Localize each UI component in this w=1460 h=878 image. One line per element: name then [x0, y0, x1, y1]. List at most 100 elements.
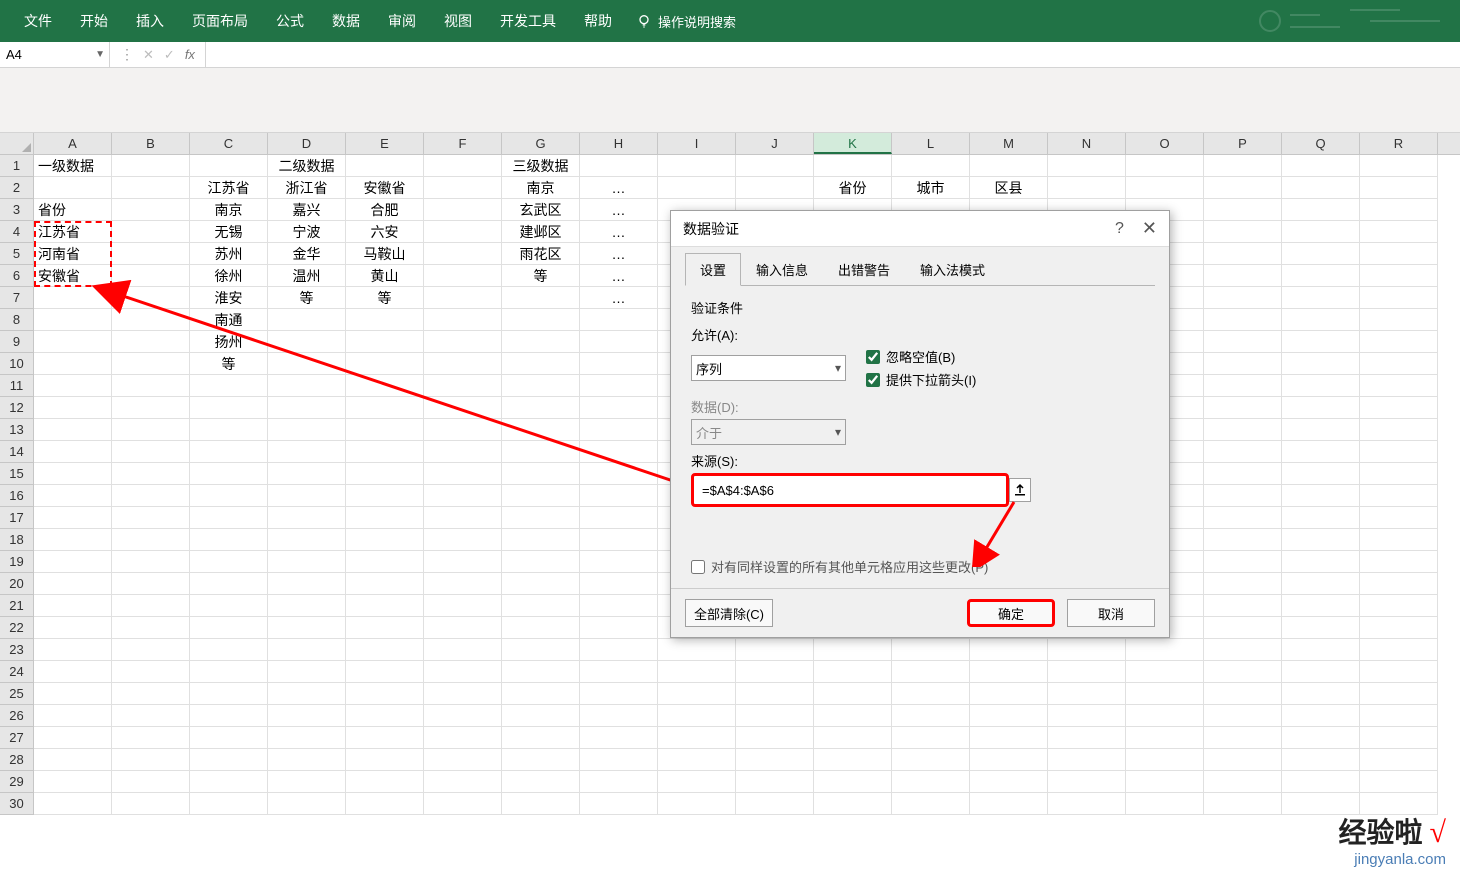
cell-F5[interactable] [424, 243, 502, 265]
cell-C9[interactable]: 扬州 [190, 331, 268, 353]
cell-C16[interactable] [190, 485, 268, 507]
cell-C10[interactable]: 等 [190, 353, 268, 375]
cell-A24[interactable] [34, 661, 112, 683]
cell-Q17[interactable] [1282, 507, 1360, 529]
cell-L29[interactable] [892, 771, 970, 793]
cell-E27[interactable] [346, 727, 424, 749]
cell-C11[interactable] [190, 375, 268, 397]
cell-D10[interactable] [268, 353, 346, 375]
menu-data[interactable]: 数据 [318, 3, 374, 39]
cell-J26[interactable] [736, 705, 814, 727]
col-header-A[interactable]: A [34, 133, 112, 154]
row-header[interactable]: 18 [0, 529, 34, 551]
cell-B11[interactable] [112, 375, 190, 397]
cell-E1[interactable] [346, 155, 424, 177]
cell-P11[interactable] [1204, 375, 1282, 397]
tell-me[interactable]: 操作说明搜索 [636, 12, 736, 31]
cell-E30[interactable] [346, 793, 424, 815]
cell-P2[interactable] [1204, 177, 1282, 199]
cell-F28[interactable] [424, 749, 502, 771]
cell-B2[interactable] [112, 177, 190, 199]
cell-H15[interactable] [580, 463, 658, 485]
cell-P5[interactable] [1204, 243, 1282, 265]
cell-D13[interactable] [268, 419, 346, 441]
cell-D1[interactable]: 二级数据 [268, 155, 346, 177]
col-header-G[interactable]: G [502, 133, 580, 154]
name-box-dropdown-icon[interactable]: ▼ [95, 49, 105, 60]
cell-I1[interactable] [658, 155, 736, 177]
cell-O2[interactable] [1126, 177, 1204, 199]
cell-D15[interactable] [268, 463, 346, 485]
cell-C15[interactable] [190, 463, 268, 485]
cell-R27[interactable] [1360, 727, 1438, 749]
dialog-titlebar[interactable]: 数据验证 ? ✕ [671, 211, 1169, 247]
cell-E15[interactable] [346, 463, 424, 485]
cell-P22[interactable] [1204, 617, 1282, 639]
cell-R14[interactable] [1360, 441, 1438, 463]
cell-G4[interactable]: 建邺区 [502, 221, 580, 243]
cell-Q8[interactable] [1282, 309, 1360, 331]
cell-F6[interactable] [424, 265, 502, 287]
cell-F29[interactable] [424, 771, 502, 793]
cell-M2[interactable]: 区县 [970, 177, 1048, 199]
cell-E12[interactable] [346, 397, 424, 419]
row-header[interactable]: 17 [0, 507, 34, 529]
cell-G28[interactable] [502, 749, 580, 771]
fx-icon[interactable]: fx [185, 47, 195, 62]
cell-C23[interactable] [190, 639, 268, 661]
cell-H18[interactable] [580, 529, 658, 551]
cell-R4[interactable] [1360, 221, 1438, 243]
cell-F17[interactable] [424, 507, 502, 529]
cell-D16[interactable] [268, 485, 346, 507]
cell-P28[interactable] [1204, 749, 1282, 771]
cell-E6[interactable]: 黄山 [346, 265, 424, 287]
cell-D2[interactable]: 浙江省 [268, 177, 346, 199]
cell-R19[interactable] [1360, 551, 1438, 573]
cell-E11[interactable] [346, 375, 424, 397]
cell-Q25[interactable] [1282, 683, 1360, 705]
cell-C12[interactable] [190, 397, 268, 419]
cell-Q18[interactable] [1282, 529, 1360, 551]
cell-F15[interactable] [424, 463, 502, 485]
cell-D14[interactable] [268, 441, 346, 463]
cell-D23[interactable] [268, 639, 346, 661]
row-header[interactable]: 30 [0, 793, 34, 815]
cell-R22[interactable] [1360, 617, 1438, 639]
cell-R6[interactable] [1360, 265, 1438, 287]
cell-F23[interactable] [424, 639, 502, 661]
cell-B9[interactable] [112, 331, 190, 353]
cell-C19[interactable] [190, 551, 268, 573]
cell-P4[interactable] [1204, 221, 1282, 243]
cell-F19[interactable] [424, 551, 502, 573]
cell-G26[interactable] [502, 705, 580, 727]
row-header[interactable]: 13 [0, 419, 34, 441]
cell-A11[interactable] [34, 375, 112, 397]
cell-Q9[interactable] [1282, 331, 1360, 353]
cell-L28[interactable] [892, 749, 970, 771]
cell-O30[interactable] [1126, 793, 1204, 815]
tab-settings[interactable]: 设置 [685, 253, 741, 286]
cell-F21[interactable] [424, 595, 502, 617]
cell-C21[interactable] [190, 595, 268, 617]
cell-B12[interactable] [112, 397, 190, 419]
cell-A9[interactable] [34, 331, 112, 353]
cell-R7[interactable] [1360, 287, 1438, 309]
cell-P8[interactable] [1204, 309, 1282, 331]
cell-H4[interactable]: … [580, 221, 658, 243]
cell-R12[interactable] [1360, 397, 1438, 419]
row-header[interactable]: 5 [0, 243, 34, 265]
cell-A12[interactable] [34, 397, 112, 419]
cell-G3[interactable]: 玄武区 [502, 199, 580, 221]
cell-B21[interactable] [112, 595, 190, 617]
cell-G5[interactable]: 雨花区 [502, 243, 580, 265]
cell-J25[interactable] [736, 683, 814, 705]
tab-ime[interactable]: 输入法模式 [905, 253, 1000, 286]
cell-D21[interactable] [268, 595, 346, 617]
select-all-button[interactable] [0, 133, 34, 154]
cell-G13[interactable] [502, 419, 580, 441]
cell-C22[interactable] [190, 617, 268, 639]
cell-H30[interactable] [580, 793, 658, 815]
cell-C1[interactable] [190, 155, 268, 177]
cell-G6[interactable]: 等 [502, 265, 580, 287]
cell-Q1[interactable] [1282, 155, 1360, 177]
